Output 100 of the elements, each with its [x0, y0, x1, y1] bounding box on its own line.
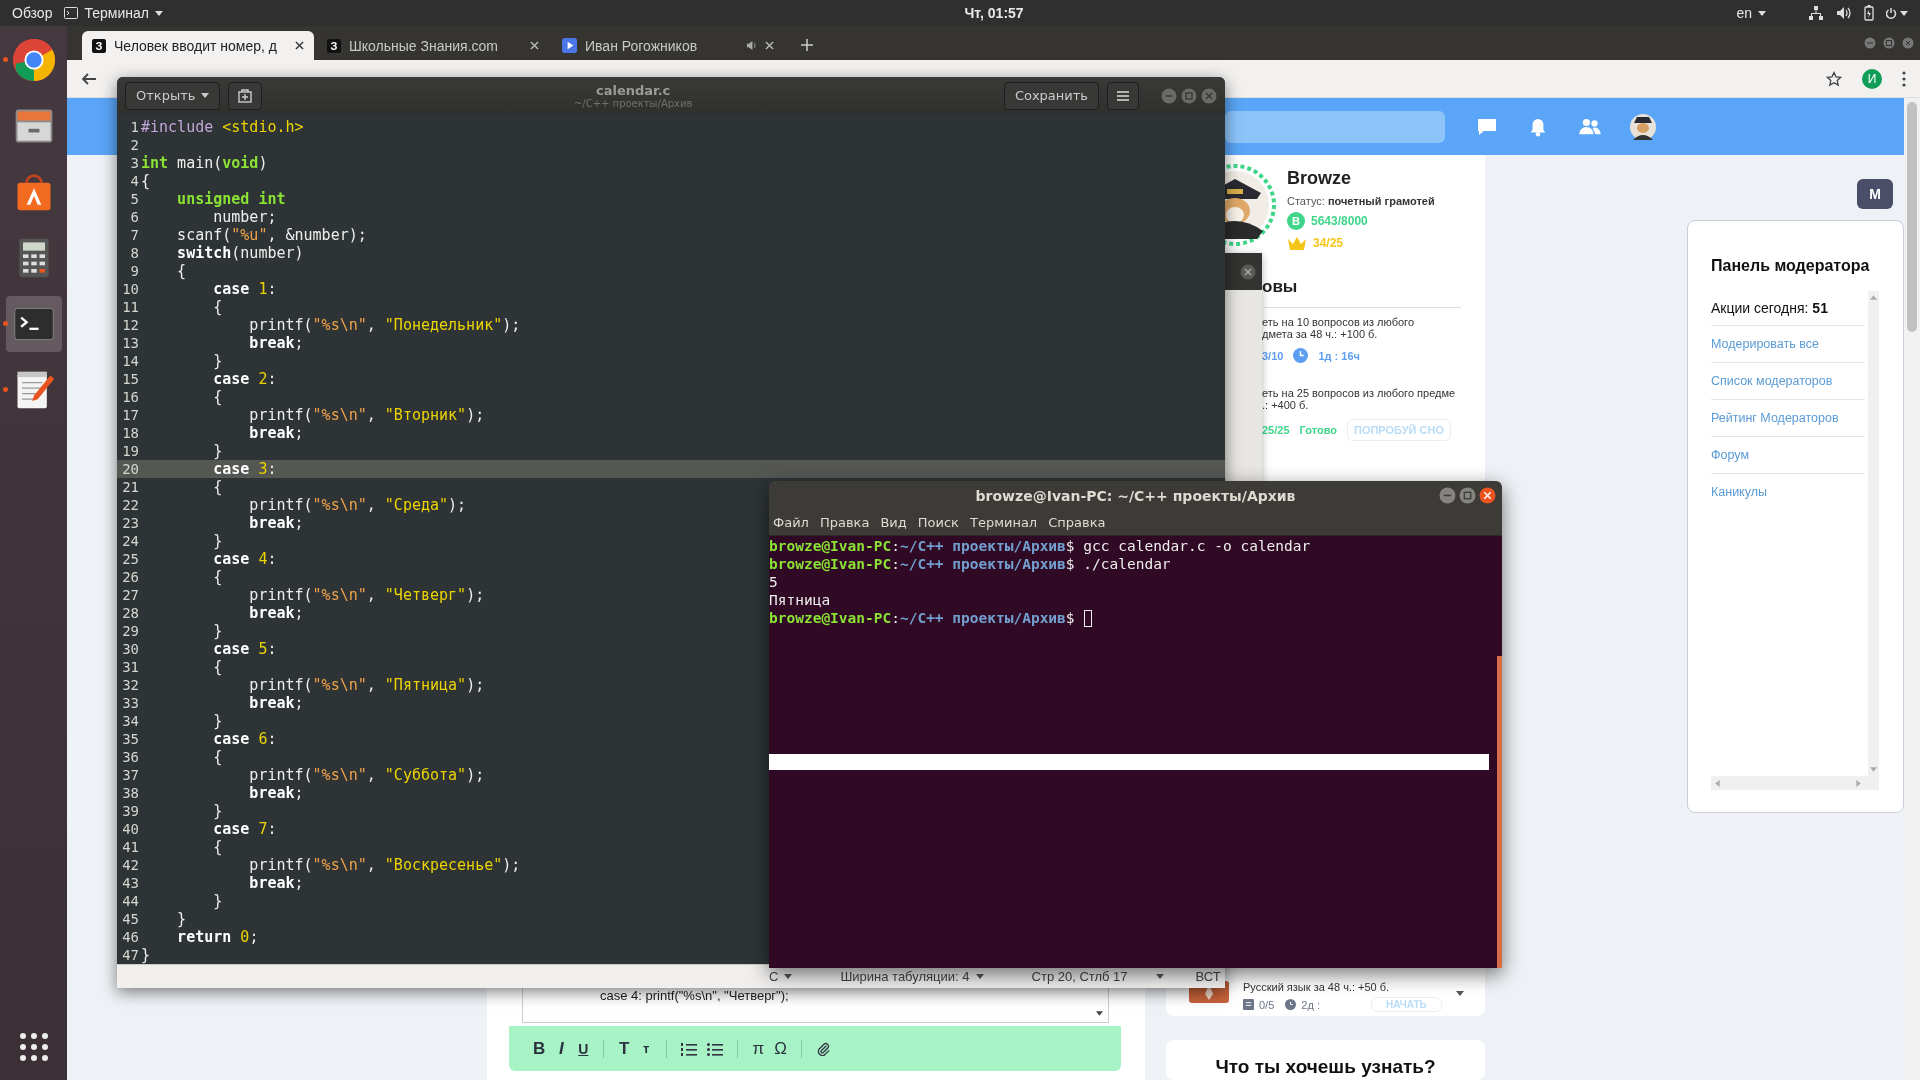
code-line: printf("%s\n", "Вторник"); [248, 406, 485, 424]
clock-icon [1293, 348, 1309, 363]
close-icon[interactable] [295, 41, 304, 50]
line-number: 28 [121, 604, 140, 622]
section-heading: овы [1262, 277, 1299, 297]
caret-icon [1758, 10, 1766, 16]
numbered-list-icon[interactable] [681, 1041, 698, 1056]
terminal-line: 5 [769, 573, 778, 591]
search-field[interactable] [1225, 110, 1445, 143]
crown-icon [1287, 236, 1307, 250]
terminal-output[interactable]: browze@Ivan-PC:~/C++ проекты/Архив$ gcc calendar.c -o calendar browze@Ivan-PC:~/C++ проекты/Архив$ ./calendar 5 Пятница browze@Ivan-PC:~/C++ проекты/Архив$ [769, 536, 1502, 968]
cursor-position[interactable]: Стр 20, Стлб 17 [1031, 969, 1164, 984]
ask-heading: Что ты хочешь узнать? [1215, 1056, 1436, 1079]
bell-icon[interactable] [1529, 116, 1547, 137]
format-button[interactable]: I [555, 1038, 568, 1059]
power-icon[interactable] [1886, 6, 1908, 20]
line-number: 14 [121, 352, 140, 370]
close-icon[interactable] [1240, 263, 1256, 280]
line-number: 22 [121, 496, 140, 514]
format-button[interactable]: T [618, 1038, 631, 1059]
task-timer: 2д : [1301, 998, 1320, 1011]
activities-button[interactable]: Обзор [12, 5, 53, 21]
site-favicon: З [92, 38, 106, 53]
menu-item[interactable]: Справка [1048, 515, 1106, 530]
menu-item[interactable]: Файл [773, 515, 809, 530]
code-line: { [212, 658, 223, 676]
more-icon[interactable] [1902, 70, 1906, 87]
code-line: case 4: [212, 550, 277, 568]
line-number: 8 [129, 244, 140, 262]
star-icon[interactable] [1826, 70, 1842, 87]
battery-icon[interactable] [1864, 5, 1874, 21]
format-button[interactable]: U [577, 1040, 590, 1057]
bullet-list-icon[interactable] [707, 1041, 724, 1056]
menu-item[interactable]: Правка [819, 515, 870, 530]
menu-item[interactable]: Терминал [969, 515, 1038, 530]
clock[interactable]: Чт, 01:57 [964, 5, 1024, 21]
code-line: } [212, 352, 223, 370]
open-button[interactable]: Открыть [125, 81, 221, 110]
speaker-icon[interactable] [746, 40, 757, 51]
code-line: break; [248, 694, 304, 712]
browser-tab[interactable]: Иван Рогожников [552, 31, 784, 60]
network-icon[interactable] [1808, 5, 1824, 21]
code-line: case 1: [212, 280, 277, 298]
moderator-button[interactable]: M [1857, 179, 1893, 209]
close-icon[interactable] [1479, 487, 1496, 504]
line-number: 10 [121, 280, 140, 298]
line-number: 18 [121, 424, 140, 442]
maximize-icon[interactable] [1181, 87, 1197, 104]
line-number: 41 [121, 838, 140, 856]
scrollbar[interactable] [1904, 98, 1920, 1080]
minimize-icon[interactable] [1864, 37, 1876, 49]
app-menu[interactable]: Терминал [64, 5, 163, 21]
menu-item[interactable]: Поиск [917, 515, 959, 530]
close-icon[interactable] [530, 41, 539, 50]
new-tab-icon[interactable] [801, 39, 813, 51]
chat-icon[interactable] [1476, 116, 1498, 137]
apps-grid-icon[interactable] [18, 1032, 49, 1062]
minimize-icon[interactable] [1161, 87, 1177, 104]
minimize-icon[interactable] [1439, 487, 1456, 504]
tab-title: Иван Рогожников [585, 37, 699, 54]
browser-tab[interactable]: З Человек вводит номер, д [82, 31, 314, 60]
line-number: 21 [121, 478, 140, 496]
line-number: 5 [129, 190, 140, 208]
format-button[interactable]: B [533, 1038, 546, 1059]
maximize-icon[interactable] [1883, 37, 1895, 49]
language-selector[interactable]: C [769, 969, 793, 984]
scrollbar[interactable] [1497, 656, 1502, 968]
code-line: break; [248, 784, 304, 802]
format-button[interactable]: т [640, 1041, 653, 1056]
profile-avatar[interactable]: И [1862, 68, 1882, 89]
menu-button[interactable] [1107, 81, 1139, 110]
menu-item[interactable]: Вид [880, 515, 907, 530]
tab-width-selector[interactable]: Ширина табуляции: 4 [840, 969, 984, 984]
line-number: 37 [121, 766, 140, 784]
scroll-down-icon[interactable] [1096, 1011, 1103, 1016]
back-icon[interactable] [81, 70, 97, 87]
line-number: 38 [121, 784, 140, 802]
code-line: { [212, 298, 223, 316]
actions-count: Акции сегодня: 51 [1711, 291, 1865, 326]
task-progress: 0/5 [1259, 998, 1275, 1011]
save-button[interactable]: Сохранить [1003, 81, 1099, 110]
line-number: 11 [121, 298, 140, 316]
crown-count: 34/25 [1313, 236, 1344, 250]
new-document-button[interactable] [228, 81, 263, 110]
scroll-down-icon[interactable] [1455, 991, 1464, 996]
format-button[interactable]: π [752, 1038, 765, 1059]
people-icon[interactable] [1578, 117, 1602, 136]
line-number: 34 [121, 712, 140, 730]
paperclip-icon[interactable] [816, 1041, 831, 1056]
insert-mode: ВСТ [1195, 969, 1221, 984]
task-progress: 3/10 [1262, 349, 1284, 362]
format-button[interactable]: Ω [774, 1038, 787, 1059]
browser-tab[interactable]: З Школьные Знания.com [317, 31, 549, 60]
code-line: { [212, 568, 223, 586]
volume-icon[interactable] [1836, 5, 1852, 21]
document-icon [1243, 999, 1254, 1010]
line-number: 17 [121, 406, 140, 424]
close-icon[interactable] [765, 41, 774, 50]
task-description: еть на 25 вопросов из любого предме .: +400 б. [1262, 387, 1457, 411]
language-menu[interactable]: en [1736, 5, 1766, 21]
